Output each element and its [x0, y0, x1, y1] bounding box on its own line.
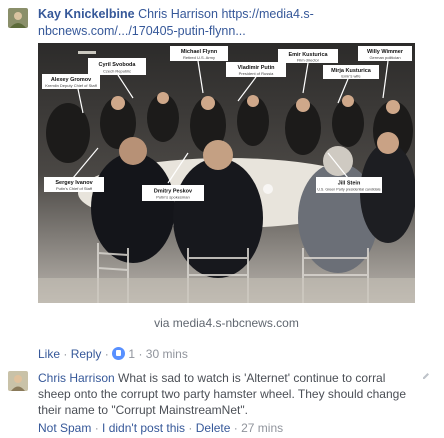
like-icon[interactable] [112, 347, 126, 360]
svg-text:Retired U.S. Army: Retired U.S. Army [183, 55, 215, 60]
mention-link[interactable]: Chris Harrison [138, 7, 218, 21]
comment-author[interactable]: Chris Harrison [38, 371, 115, 385]
svg-text:Cyril Svoboda: Cyril Svoboda [99, 62, 137, 68]
separator: · [188, 421, 196, 435]
svg-text:Czech Republic: Czech Republic [103, 69, 131, 74]
svg-text:Putin's Chief of Staff: Putin's Chief of Staff [56, 186, 93, 191]
svg-text:Kremlin Deputy Chief of Staff: Kremlin Deputy Chief of Staff [45, 83, 97, 88]
separator: · [63, 347, 71, 361]
comment-text: Kay Knickelbine Chris Harrison https://m… [38, 6, 438, 40]
reply-link[interactable]: Reply [71, 347, 102, 361]
avatar[interactable] [8, 8, 28, 28]
comment-footer: Not Spam · I didn't post this · Delete ·… [38, 421, 283, 435]
svg-text:President of Russia: President of Russia [239, 71, 274, 76]
svg-text:German politician: German politician [369, 55, 400, 60]
separator: · [94, 421, 103, 435]
timestamp[interactable]: 30 mins [146, 347, 188, 361]
not-spam-link[interactable]: Not Spam [38, 421, 91, 435]
svg-text:U.S. Green Party presidential: U.S. Green Party presidential candidate [317, 188, 380, 192]
comment-text: Chris Harrison What is sad to watch is '… [38, 370, 418, 418]
didnt-post-link[interactable]: I didn't post this [102, 421, 185, 435]
label-alexey-gromov: Alexey Gromov Kremlin Deputy Chief of St… [42, 74, 100, 89]
separator: · [104, 347, 113, 361]
link-preview-image[interactable]: Cyril Svoboda Czech Republic Michael Fly… [38, 43, 415, 303]
comment-actions: Like · Reply · 1 · 30 mins [38, 347, 188, 361]
separator: · [138, 347, 146, 361]
label-vladimir-putin: Vladimir Putin President of Russia [226, 62, 286, 77]
link-source[interactable]: via media4.s-nbcnews.com [38, 316, 415, 330]
label-dmitry-peskov: Dmitry Peskov Putin's spokesman [142, 185, 204, 201]
label-jill-stein: Jill Stein U.S. Green Party presidential… [316, 177, 382, 193]
timestamp[interactable]: 27 mins [241, 421, 283, 435]
label-emir-kusturica: Emir Kusturica Film director [278, 49, 338, 63]
label-cyril-svoboda: Cyril Svoboda Czech Republic [88, 58, 146, 75]
label-michael-flynn: Michael Flynn Retired U.S. Army [170, 46, 228, 61]
avatar[interactable] [8, 371, 28, 391]
comment-author[interactable]: Kay Knickelbine [38, 7, 135, 21]
like-count[interactable]: 1 [128, 347, 135, 361]
svg-text:Putin's spokesman: Putin's spokesman [156, 195, 189, 200]
svg-text:Emir's wife: Emir's wife [341, 74, 361, 79]
pencil-icon[interactable] [422, 372, 430, 380]
svg-text:Film director: Film director [297, 58, 320, 63]
label-mirja-kusturica: Mirja Kusturica Emir's wife [323, 65, 379, 79]
like-link[interactable]: Like [38, 347, 60, 361]
svg-text:Jill Stein: Jill Stein [338, 181, 361, 187]
label-willy-wimmer: Willy Wimmer German politician [358, 46, 412, 61]
label-sergey-ivanov: Sergey Ivanov Putin's Chief of Staff [44, 177, 104, 192]
delete-link[interactable]: Delete [196, 421, 231, 435]
